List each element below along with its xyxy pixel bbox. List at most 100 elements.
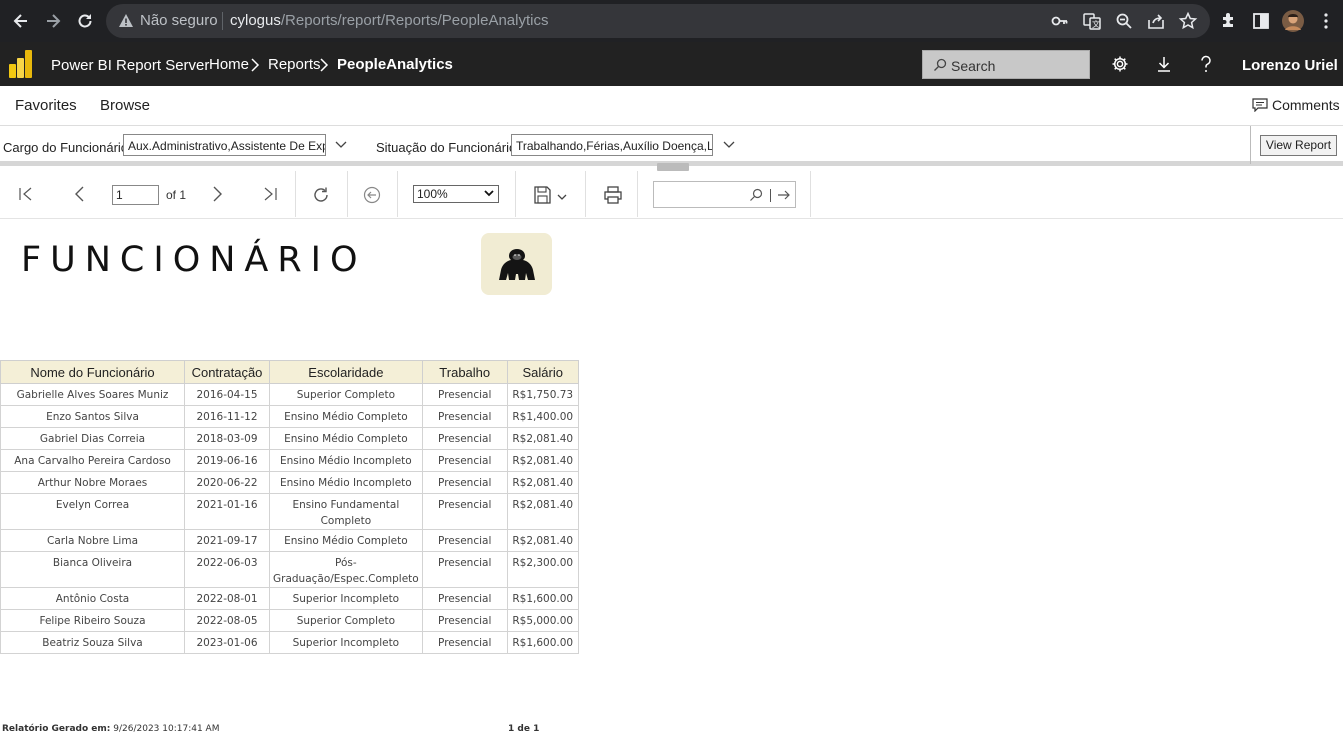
table-cell: R$2,081.40 — [506, 529, 579, 552]
table-cell: Ensino Médio Incompleto — [269, 471, 423, 494]
cargo-field[interactable]: Aux.Administrativo,Assistente De Exp — [123, 134, 326, 156]
breadcrumb-reports[interactable]: Reports — [268, 56, 321, 73]
find-divider — [770, 189, 771, 202]
table-cell: Ensino Médio Completo — [269, 529, 423, 552]
refresh-icon[interactable] — [312, 186, 330, 204]
find-next-icon[interactable] — [777, 188, 791, 202]
report-logo — [481, 233, 552, 295]
table-header-row: Nome do Funcionário Contratação Escolari… — [0, 360, 579, 384]
last-page-icon[interactable] — [262, 186, 278, 202]
find-icon[interactable] — [749, 188, 763, 202]
back-icon[interactable] — [5, 5, 37, 37]
zoom-icon[interactable] — [1114, 11, 1134, 31]
key-icon[interactable] — [1050, 11, 1070, 31]
report-footer-generated: Relatório Gerado em: 9/26/2023 10:17:41 … — [2, 724, 219, 734]
extensions-icon[interactable] — [1219, 11, 1239, 31]
url-text[interactable]: cylogus/Reports/report/Reports/PeopleAna… — [230, 12, 549, 29]
security-label[interactable]: Não seguro — [140, 12, 218, 29]
user-name[interactable]: Lorenzo Uriel — [1242, 57, 1338, 74]
comments-button[interactable]: Comments — [1252, 97, 1340, 113]
view-report-button[interactable]: View Report — [1260, 135, 1337, 156]
share-icon[interactable] — [1146, 11, 1166, 31]
table-cell: Ana Carvalho Pereira Cardoso — [0, 449, 185, 472]
pbi-logo-icon[interactable] — [9, 50, 33, 78]
warning-icon[interactable] — [118, 13, 134, 29]
table-cell: Gabrielle Alves Soares Muniz — [0, 383, 185, 406]
table-row: Evelyn Correa 2021-01-16 Ensino Fundamenta… — [0, 493, 579, 530]
profile-avatar[interactable] — [1282, 10, 1304, 32]
table-cell: R$2,300.00 — [506, 551, 579, 588]
table-cell: Gabriel Dias Correia — [0, 427, 185, 450]
app-title[interactable]: Power BI Report Server — [51, 57, 209, 74]
search-icon — [933, 58, 947, 72]
forward-icon[interactable] — [37, 5, 69, 37]
breadcrumb-home[interactable]: Home — [209, 56, 249, 73]
kebab-icon[interactable] — [1316, 11, 1336, 31]
menu-browse[interactable]: Browse — [100, 97, 150, 114]
chevron-down-icon[interactable] — [335, 141, 347, 149]
table-cell: R$1,600.00 — [506, 631, 579, 654]
report-footer-page: 1 de 1 — [508, 724, 540, 734]
toolbar-divider — [585, 171, 586, 217]
breadcrumb-current[interactable]: PeopleAnalytics — [337, 56, 453, 73]
print-icon[interactable] — [604, 186, 622, 204]
translate-icon[interactable]: 文 — [1082, 11, 1102, 31]
footer-label: Relatório Gerado em: — [2, 724, 111, 734]
page-number-input[interactable]: 1 — [112, 185, 159, 205]
table-cell: Pós-Graduação/Espec.Completo — [269, 551, 423, 588]
table-cell: Presencial — [421, 427, 508, 450]
report-title: FUNCIONÁRIO — [21, 240, 367, 280]
table-cell: 2022-06-03 — [184, 551, 270, 588]
parameter-collapse-handle[interactable] — [657, 163, 689, 171]
table-cell: Superior Completo — [269, 383, 423, 406]
situacao-field[interactable]: Trabalhando,Férias,Auxílio Doença,Li — [511, 134, 713, 156]
column-header[interactable]: Escolaridade — [269, 360, 423, 384]
gorilla-icon — [497, 246, 537, 282]
toolbar-divider — [295, 171, 296, 217]
chevron-down-icon[interactable] — [723, 141, 735, 149]
search-input[interactable]: Search — [922, 50, 1090, 79]
download-icon[interactable] — [1155, 55, 1173, 73]
table-cell: Presencial — [421, 405, 508, 428]
table-cell: Presencial — [421, 529, 508, 552]
table-row: Felipe Ribeiro Souza 2022-08-05 Superior C… — [0, 609, 579, 632]
parameter-bar: Cargo do Funcionário: Aux.Administrativo… — [0, 126, 1343, 166]
save-icon[interactable] — [534, 186, 568, 204]
find-input[interactable] — [653, 181, 796, 208]
table-cell: R$2,081.40 — [506, 471, 579, 494]
search-placeholder: Search — [951, 58, 996, 74]
prev-page-icon[interactable] — [72, 186, 88, 202]
table-cell: Superior Incompleto — [269, 631, 423, 654]
table-row: Bianca Oliveira 2022-06-03 Pós-Graduação/E… — [0, 551, 579, 588]
table-body: Gabrielle Alves Soares Muniz 2016-04-15 Su… — [0, 383, 579, 654]
table-cell: Presencial — [421, 449, 508, 472]
chevron-right-icon — [250, 57, 260, 73]
column-header[interactable]: Trabalho — [421, 360, 508, 384]
back-to-parent-icon[interactable] — [363, 186, 381, 204]
table-cell: Bianca Oliveira — [0, 551, 185, 588]
table-row: Arthur Nobre Moraes 2020-06-22 Ensino Médi… — [0, 471, 579, 494]
address-bar[interactable]: Não seguro cylogus/Reports/report/Report… — [106, 4, 1210, 38]
reload-icon[interactable] — [69, 5, 101, 37]
first-page-icon[interactable] — [18, 186, 34, 202]
star-icon[interactable] — [1178, 11, 1198, 31]
table-cell: Enzo Santos Silva — [0, 405, 185, 428]
zoom-select[interactable]: 100% — [413, 185, 499, 203]
table-row: Beatriz Souza Silva 2023-01-06 Superior In… — [0, 631, 579, 654]
help-icon[interactable] — [1198, 55, 1214, 73]
table-cell: R$2,081.40 — [506, 493, 579, 530]
url-path: /Reports/report/Reports/PeopleAnalytics — [280, 12, 549, 29]
zoom-value: 100% — [417, 187, 448, 201]
sidepanel-icon[interactable] — [1251, 11, 1271, 31]
menu-favorites[interactable]: Favorites — [15, 97, 77, 114]
next-page-icon[interactable] — [209, 186, 225, 202]
toolbar-divider — [810, 171, 811, 217]
column-header[interactable]: Nome do Funcionário — [0, 360, 185, 384]
settings-icon[interactable] — [1111, 55, 1129, 73]
table-cell: 2023-01-06 — [184, 631, 270, 654]
column-header[interactable]: Contratação — [184, 360, 270, 384]
menu-bar: Favorites Browse Comments — [0, 86, 1343, 126]
table-row: Enzo Santos Silva 2016-11-12 Ensino Médio … — [0, 405, 579, 428]
table-cell: Antônio Costa — [0, 587, 185, 610]
column-header[interactable]: Salário — [506, 360, 579, 384]
